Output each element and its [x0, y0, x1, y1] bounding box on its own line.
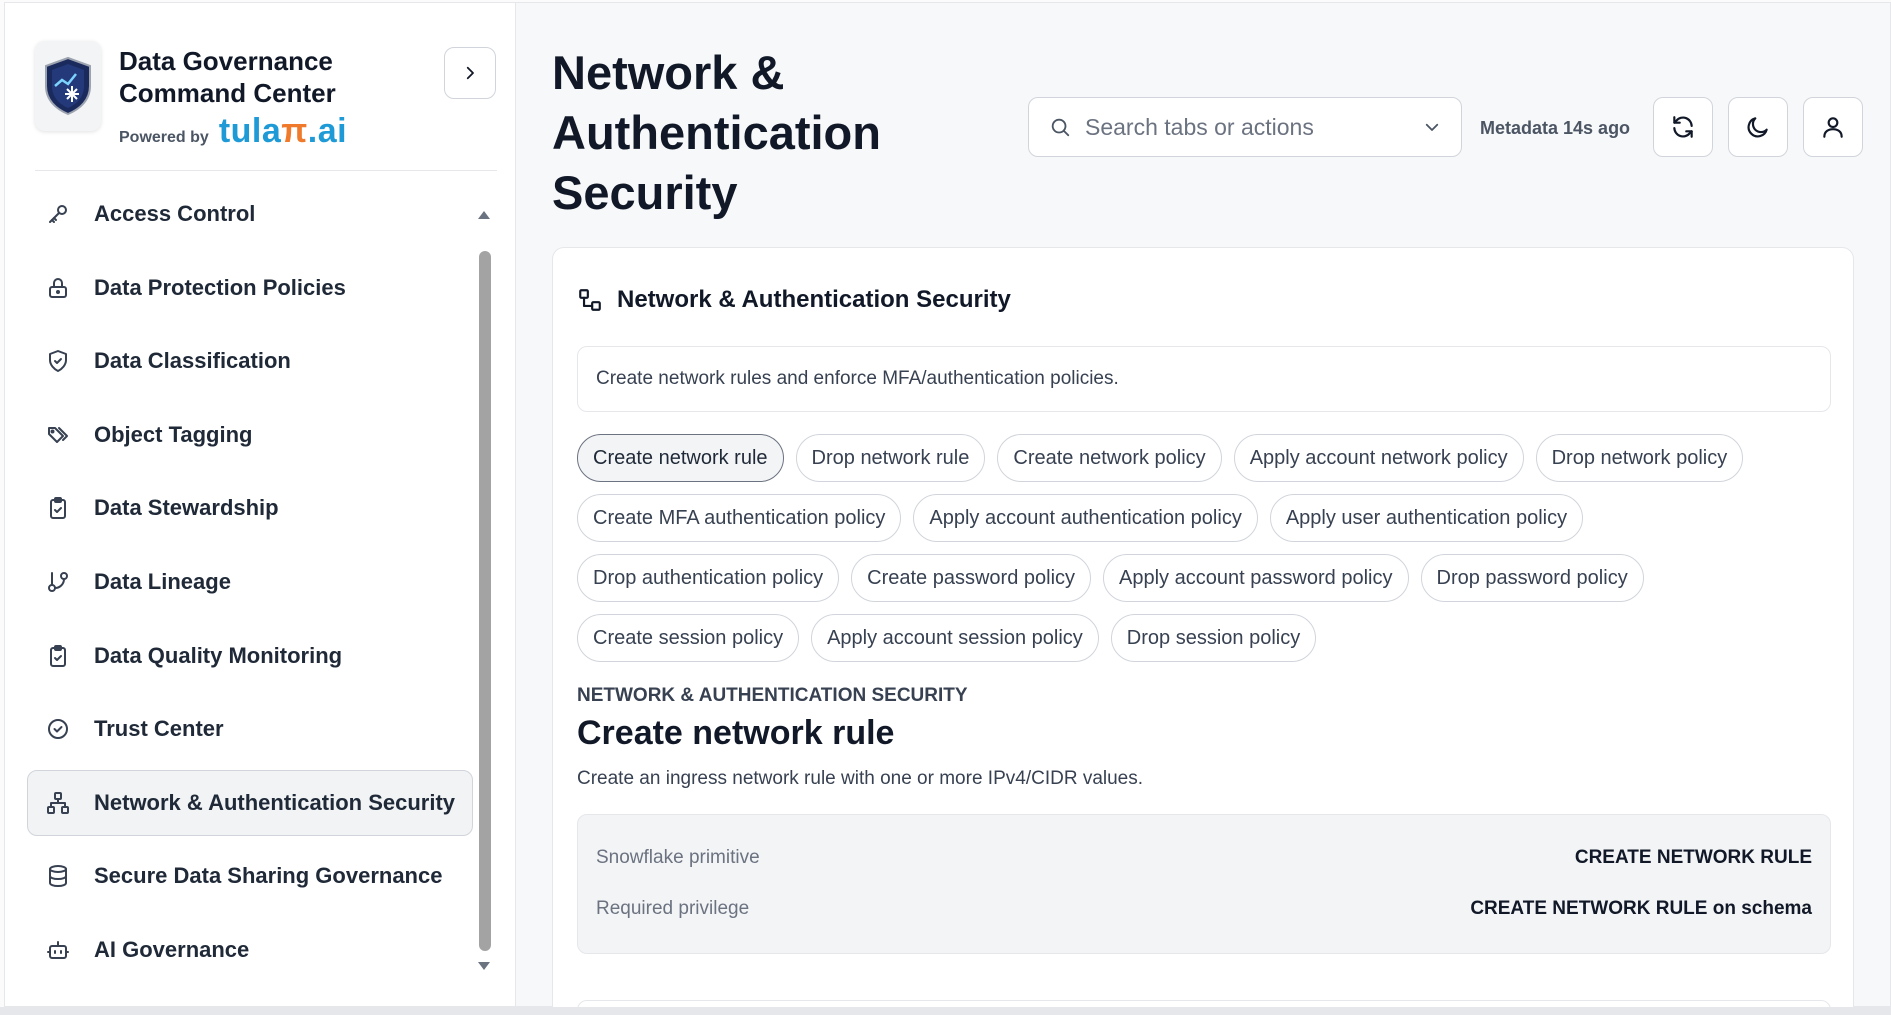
tulapi-logo: tulaπ.ai	[218, 112, 348, 150]
scroll-up-arrow-icon[interactable]	[477, 207, 491, 225]
search-icon	[1051, 118, 1070, 137]
search-input[interactable]	[1085, 113, 1423, 141]
sidebar-item-label: Access Control	[94, 201, 256, 226]
action-create-mfa-authentication-policy[interactable]: Create MFA authentication policy	[577, 494, 902, 542]
sidebar: Data Governance Command Center Powered b…	[5, 3, 516, 1006]
user-profile-button[interactable]	[1803, 97, 1863, 157]
feature-card: Network & Authentication Security Create…	[552, 247, 1854, 1015]
window-bottom-edge	[0, 1007, 1891, 1015]
main-content: Network & Authentication Security Metada…	[516, 3, 1890, 1015]
database-icon	[44, 862, 72, 890]
sidebar-scrollbar-thumb[interactable]	[479, 251, 491, 951]
detail-info-box: Snowflake primitive CREATE NETWORK RULE …	[577, 814, 1831, 954]
sidebar-item-network-authentication-security[interactable]: Network & Authentication Security	[27, 769, 473, 836]
scroll-down-arrow-icon[interactable]	[477, 958, 491, 976]
sidebar-item-access-control[interactable]: Access Control	[27, 181, 473, 247]
action-drop-session-policy[interactable]: Drop session policy	[1110, 614, 1317, 662]
sidebar-item-label: Data Lineage	[94, 568, 231, 594]
app-window: Data Governance Command Center Powered b…	[4, 2, 1891, 1015]
sidebar-item-object-tagging[interactable]: Object Tagging	[27, 402, 473, 468]
detail-description: Create an ingress network rule with one …	[577, 768, 1144, 789]
user-icon	[1823, 117, 1843, 138]
sidebar-item-label: Object Tagging	[94, 421, 253, 447]
action-drop-authentication-policy[interactable]: Drop authentication policy	[577, 554, 840, 602]
sidebar-item-label: AI Governance	[94, 936, 250, 962]
action-apply-account-session-policy[interactable]: Apply account session policy	[811, 614, 1099, 662]
sidebar-item-data-classification[interactable]: Data Classification	[27, 328, 473, 394]
action-create-network-policy[interactable]: Create network policy	[997, 434, 1222, 482]
info-key: Snowflake primitive	[596, 847, 760, 868]
action-apply-account-authentication-policy[interactable]: Apply account authentication policy	[913, 494, 1258, 542]
action-create-password-policy[interactable]: Create password policy	[851, 554, 1092, 602]
search-box[interactable]	[1028, 97, 1462, 157]
action-drop-network-policy[interactable]: Drop network policy	[1535, 434, 1744, 482]
action-create-session-policy[interactable]: Create session policy	[577, 614, 800, 662]
network-icon	[44, 789, 72, 817]
theme-toggle-button[interactable]	[1728, 97, 1788, 157]
metadata-status: Metadata 14s ago	[1480, 118, 1631, 138]
action-apply-user-authentication-policy[interactable]: Apply user authentication policy	[1269, 494, 1584, 542]
action-apply-account-network-policy[interactable]: Apply account network policy	[1233, 434, 1524, 482]
chevron-down-icon[interactable]	[1423, 118, 1441, 136]
sidebar-item-data-stewardship[interactable]: Data Stewardship	[27, 475, 473, 541]
sidebar-item-label: Network & Authentication Security	[94, 789, 456, 815]
card-description: Create network rules and enforce MFA/aut…	[577, 346, 1831, 412]
lock-icon	[44, 274, 72, 302]
git-branch-icon	[44, 568, 72, 596]
sidebar-item-data-quality-monitoring[interactable]: Data Quality Monitoring	[27, 623, 473, 689]
detail-title: Create network rule	[577, 714, 895, 752]
network-icon	[579, 289, 601, 311]
sidebar-nav: Access Control Data Protection Policies …	[27, 181, 473, 991]
sidebar-item-ai-governance[interactable]: AI Governance	[27, 917, 473, 983]
sidebar-item-secure-data-sharing-governance[interactable]: Secure Data Sharing Governance	[27, 843, 473, 909]
brand: Data Governance Command Center Powered b…	[35, 41, 369, 149]
action-apply-account-password-policy[interactable]: Apply account password policy	[1103, 554, 1409, 602]
refresh-icon	[1673, 116, 1693, 138]
shield-check-icon	[44, 347, 72, 375]
tags-icon	[44, 421, 72, 449]
page-title: Network & Authentication Security	[552, 46, 881, 219]
chevron-right-icon	[466, 66, 474, 80]
powered-by-label: Powered by	[119, 129, 209, 146]
sidebar-item-data-protection-policies[interactable]: Data Protection Policies	[27, 255, 473, 321]
refresh-button[interactable]	[1653, 97, 1713, 157]
info-value: CREATE NETWORK RULE	[1574, 847, 1812, 868]
bot-icon	[44, 936, 72, 964]
action-create-network-rule[interactable]: Create network rule	[577, 434, 784, 482]
sidebar-item-trust-center[interactable]: Trust Center	[27, 696, 473, 762]
sidebar-item-label: Data Protection Policies	[94, 274, 346, 300]
shield-logo-icon	[35, 41, 101, 131]
action-chips: Create network rule Drop network rule Cr…	[577, 434, 1837, 674]
sidebar-item-label: Data Classification	[94, 348, 291, 374]
action-drop-network-rule[interactable]: Drop network rule	[795, 434, 986, 482]
sidebar-item-label: Data Stewardship	[94, 495, 279, 521]
check-circle-icon	[44, 715, 72, 743]
app-title: Data Governance Command Center	[119, 46, 336, 108]
action-drop-password-policy[interactable]: Drop password policy	[1420, 554, 1644, 602]
info-key: Required privilege	[596, 898, 750, 919]
detail-eyebrow: NETWORK & AUTHENTICATION SECURITY	[577, 685, 968, 706]
clipboard-check-icon	[44, 494, 72, 522]
clipboard-check-icon	[44, 642, 72, 670]
key-icon	[44, 200, 72, 228]
sidebar-item-data-lineage[interactable]: Data Lineage	[27, 549, 473, 615]
info-row: Required privilege CREATE NETWORK RULE o…	[596, 898, 1812, 920]
sidebar-divider	[35, 170, 497, 171]
card-title: Network & Authentication Security	[617, 286, 1011, 313]
sidebar-item-label: Data Quality Monitoring	[94, 642, 343, 668]
info-row: Snowflake primitive CREATE NETWORK RULE	[596, 847, 1812, 869]
info-value: CREATE NETWORK RULE on schema	[1470, 898, 1812, 919]
sidebar-item-label: Trust Center	[94, 716, 224, 742]
sidebar-item-label: Secure Data Sharing Governance	[94, 863, 443, 889]
moon-icon	[1747, 117, 1768, 138]
sidebar-toggle-button[interactable]	[444, 47, 496, 99]
